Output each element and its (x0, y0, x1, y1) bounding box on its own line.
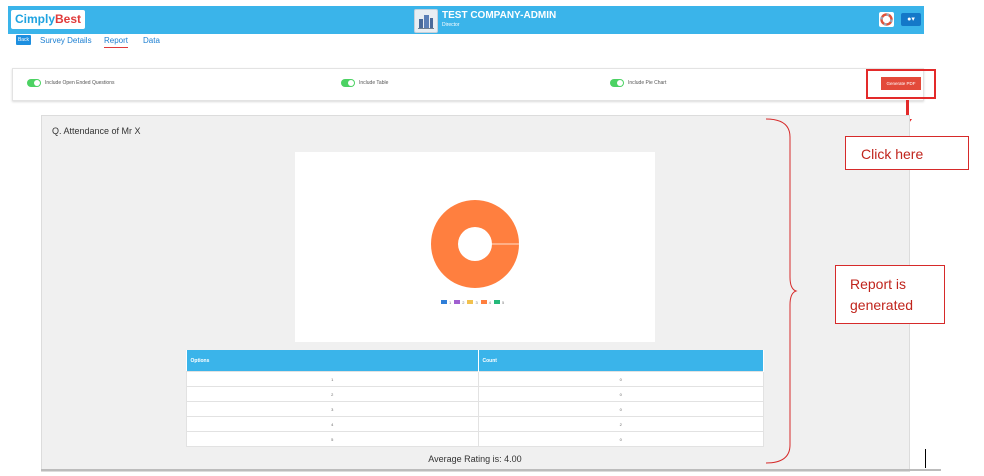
header-options: Options (186, 350, 479, 372)
average-rating: Average Rating is: 4.00 (428, 454, 522, 464)
tab-survey-details[interactable]: Survey Details (40, 35, 92, 46)
cell-count: 0 (477, 386, 764, 402)
legend-label: 1 (449, 299, 452, 305)
question-title: Q. Attendance of Mr X (52, 126, 141, 136)
tab-report[interactable]: Report (104, 35, 129, 48)
cell-count: 0 (477, 431, 764, 447)
table-row: 10 (186, 371, 764, 387)
legend-item[interactable]: 2 (454, 300, 464, 305)
label-open-ended: Include Open Ended Questions (45, 80, 115, 86)
legend-item[interactable]: 1 (441, 300, 451, 305)
cell-option: 1 (186, 371, 479, 387)
top-bar: CimplyBest TEST COMPANY-ADMIN Director ●… (8, 6, 924, 34)
panel-bottom-divider (41, 469, 941, 471)
legend-swatch (441, 300, 447, 304)
header-count: Count (478, 350, 764, 372)
legend-label: 2 (462, 299, 465, 305)
chart-legend: 1 2 3 4 5 (441, 298, 507, 306)
cell-option: 5 (186, 431, 479, 447)
cell-option: 4 (186, 416, 479, 432)
callout-click-here: Click here (845, 136, 969, 170)
company-title: TEST COMPANY-ADMIN (442, 10, 557, 21)
toggle-open-ended[interactable] (27, 79, 41, 87)
logo-text-best: Best (55, 12, 82, 26)
cell-count: 0 (477, 371, 764, 387)
table-row: 50 (186, 431, 764, 447)
tab-data[interactable]: Data (143, 35, 160, 46)
legend-swatch (480, 300, 487, 304)
legend-item[interactable]: 3 (467, 299, 478, 305)
company-role: Director (442, 22, 460, 28)
toggle-pie-chart[interactable] (610, 79, 624, 87)
cell-option: 3 (186, 401, 479, 417)
callout-report-line2: generated (850, 297, 914, 313)
back-button[interactable]: Back (16, 35, 31, 45)
pie-chart (431, 199, 519, 289)
pie-chart-card (295, 152, 655, 342)
legend-item[interactable]: 4 (480, 299, 491, 305)
company-building-icon (414, 9, 438, 33)
callout-report-generated: Report is generated (835, 265, 945, 324)
cell-count: 2 (477, 416, 764, 432)
legend-swatch (467, 300, 474, 304)
table-row: 42 (186, 416, 764, 432)
app-logo[interactable]: CimplyBest (11, 10, 86, 29)
table-row: 20 (186, 386, 764, 402)
label-table: Include Table (359, 80, 389, 86)
user-icon: ●▾ (907, 16, 915, 23)
legend-label: 5 (501, 299, 505, 305)
logo-text-cimply: Cimply (15, 12, 56, 26)
legend-label: 3 (475, 299, 478, 305)
results-table: Options Count 10 20 30 42 50 (186, 350, 764, 447)
legend-swatch (493, 300, 500, 304)
toggle-table[interactable] (341, 79, 355, 87)
legend-swatch (454, 300, 461, 304)
table-row: 30 (186, 401, 764, 417)
label-pie-chart: Include Pie Chart (628, 80, 667, 86)
callout-report-line1: Report is (850, 276, 907, 292)
cell-option: 2 (186, 386, 479, 402)
lifebuoy-icon[interactable] (879, 12, 894, 27)
cell-count: 0 (477, 401, 764, 417)
annotation-bracket (765, 118, 798, 464)
report-options-bar: Include Open Ended Questions Include Tab… (12, 68, 924, 101)
generate-pdf-highlight (866, 69, 936, 99)
legend-item[interactable]: 5 (493, 299, 505, 305)
text-cursor (925, 449, 926, 468)
sub-navigation: Back Survey Details Report Data (0, 35, 300, 49)
user-menu-button[interactable]: ●▾ (901, 13, 921, 26)
legend-label: 4 (488, 299, 491, 305)
